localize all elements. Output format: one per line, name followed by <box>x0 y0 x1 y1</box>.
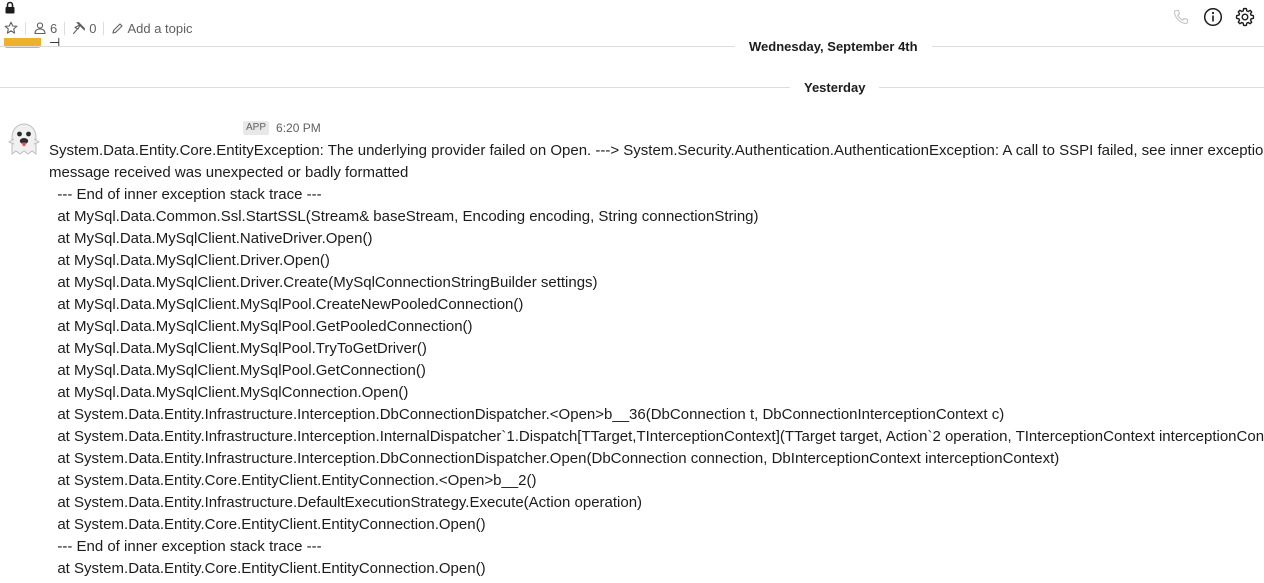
message-line: at MySql.Data.MySqlClient.MySqlPool.Crea… <box>49 296 524 313</box>
add-topic-button[interactable]: Add a topic <box>111 20 193 36</box>
divider-line <box>0 87 790 88</box>
header-separator <box>64 21 66 35</box>
message-line: at MySql.Data.MySqlClient.Driver.Open() <box>49 252 330 269</box>
message-body: System.Data.Entity.Core.EntityException:… <box>49 140 1264 580</box>
channel-header-meta: 6 0 Add a topic <box>4 19 193 37</box>
date-divider: Yesterday <box>0 79 1264 96</box>
app-badge: APP <box>243 121 270 135</box>
message-line: --- End of inner exception stack trace -… <box>49 186 322 203</box>
date-divider-label[interactable]: Yesterday <box>790 80 879 95</box>
divider-line <box>0 45 735 47</box>
add-topic-label: Add a topic <box>127 20 193 36</box>
channel-details-button[interactable] <box>1202 6 1224 28</box>
message-line: at MySql.Data.MySqlClient.MySqlPool.TryT… <box>49 340 427 357</box>
call-button[interactable] <box>1170 6 1192 28</box>
message-line: at MySql.Data.MySqlClient.NativeDriver.O… <box>49 230 373 247</box>
message-line: at System.Data.Entity.Infrastructure.Def… <box>49 494 643 511</box>
message-timestamp[interactable]: 6:20 PM <box>276 121 321 135</box>
message-line: at MySql.Data.MySqlClient.MySqlConnectio… <box>49 384 409 401</box>
date-divider-label[interactable]: Wednesday, September 4th <box>735 39 932 54</box>
lock-icon <box>5 1 15 14</box>
header-separator <box>103 21 105 35</box>
message-line: at System.Data.Entity.Infrastructure.Int… <box>49 406 1005 423</box>
members-button[interactable]: 6 <box>33 21 57 36</box>
message-line: at System.Data.Entity.Core.EntityClient.… <box>49 516 486 533</box>
message-line: at System.Data.Entity.Infrastructure.Int… <box>49 428 1264 445</box>
members-count: 6 <box>50 20 58 36</box>
date-divider: Wednesday, September 4th <box>0 38 1264 54</box>
info-icon <box>1203 7 1223 27</box>
members-icon <box>34 22 46 35</box>
message-line: at MySql.Data.MySqlClient.MySqlPool.GetC… <box>49 362 426 379</box>
message-line: at MySql.Data.MySqlClient.Driver.Create(… <box>49 274 598 291</box>
pins-button[interactable]: 0 <box>72 21 96 36</box>
channel-settings-button[interactable] <box>1234 6 1256 28</box>
phone-icon <box>1173 9 1189 25</box>
message-line: at System.Data.Entity.Infrastructure.Int… <box>49 450 1060 467</box>
pencil-icon <box>112 22 124 34</box>
message-line: at MySql.Data.MySqlClient.MySqlPool.GetP… <box>49 318 473 335</box>
message-meta: APP 6:20 PM <box>243 121 321 135</box>
star-button[interactable] <box>4 21 18 35</box>
star-icon <box>4 21 18 34</box>
pin-icon <box>73 21 86 35</box>
channel-view: 6 0 Add a topic ⊣ Wednesday, September 4… <box>0 0 1264 583</box>
ghost-icon[interactable] <box>6 121 42 157</box>
divider-line <box>879 87 1264 88</box>
header-actions <box>1170 6 1256 28</box>
message-line: at System.Data.Entity.Core.EntityClient.… <box>49 560 486 577</box>
divider-line <box>931 45 1264 47</box>
message-line: at MySql.Data.Common.Ssl.StartSSL(Stream… <box>49 208 759 225</box>
header-separator <box>25 21 26 35</box>
pins-count: 0 <box>89 20 97 36</box>
message-line: message received was unexpected or badly… <box>49 164 409 181</box>
message-line: --- End of inner exception stack trace -… <box>49 538 322 555</box>
gear-icon <box>1235 7 1255 27</box>
message-line: at System.Data.Entity.Core.EntityClient.… <box>49 472 537 489</box>
message-line: System.Data.Entity.Core.EntityException:… <box>49 142 1264 159</box>
